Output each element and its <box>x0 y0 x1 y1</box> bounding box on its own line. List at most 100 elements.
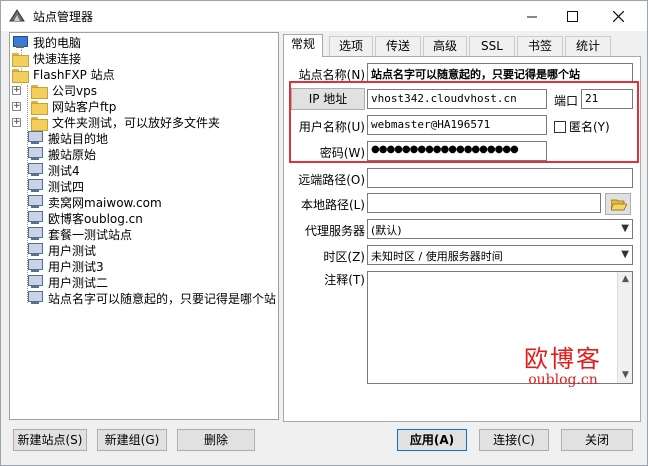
tree-item-client-ftp[interactable]: + 网站客户ftp <box>12 98 118 115</box>
site-icon <box>27 131 43 145</box>
tree-item-site[interactable]: 用户测试二 <box>27 274 110 290</box>
close-window-button[interactable] <box>595 1 641 31</box>
site-icon <box>27 147 43 161</box>
tree-item-label: 文件夹测试，可以放好多文件夹 <box>52 115 221 130</box>
tree-item-label: 搬站目的地 <box>48 131 109 146</box>
expand-icon[interactable]: + <box>12 101 21 111</box>
tree-item-flashfxp-sites[interactable]: FlashFXP 站点 <box>12 66 117 83</box>
tree-item-site[interactable]: 搬站原始 <box>27 146 98 162</box>
timezone-select[interactable]: 未知时区 / 使用服务器时间 ▼ <box>367 245 633 265</box>
tab-options[interactable]: 选项 <box>329 36 373 56</box>
tree-item-label: 测试4 <box>48 163 80 178</box>
notes-scrollbar[interactable]: ▲ ▼ <box>617 272 632 383</box>
tree-item-label: FlashFXP 站点 <box>33 67 115 82</box>
watermark: 欧博客 oublog.cn <box>508 339 618 388</box>
chevron-down-icon: ▼ <box>621 223 629 234</box>
username-field[interactable]: webmaster@HA196571 <box>367 115 547 135</box>
tree-item-label: 公司vps <box>52 83 97 98</box>
password-field[interactable]: ●●●●●●●●●●●●●●●●●●● <box>367 141 547 161</box>
tree-item-site[interactable]: 套餐一测试站点 <box>27 226 134 242</box>
tree-item-quick-connect[interactable]: 快速连接 <box>12 50 83 67</box>
open-folder-icon <box>611 199 627 211</box>
timezone-label: 时区(Z) <box>323 250 365 264</box>
tree-item-my-computer[interactable]: 我的电脑 <box>12 34 83 50</box>
minimize-icon <box>526 16 537 17</box>
scroll-up-icon[interactable]: ▲ <box>618 272 633 287</box>
tab-bookmarks[interactable]: 书签 <box>517 36 563 56</box>
folder-icon <box>12 52 29 67</box>
tree-item-site-selected[interactable]: 站点名字可以随意起的，只要记得是哪个站 <box>27 289 278 307</box>
computer-icon <box>12 36 28 48</box>
site-name-field[interactable]: 站点名字可以随意起的，只要记得是哪个站 <box>367 63 633 83</box>
folder-icon <box>12 68 29 83</box>
site-icon <box>27 259 43 273</box>
window-title: 站点管理器 <box>33 10 94 24</box>
notes-label: 注释(T) <box>324 273 365 287</box>
browse-folder-button[interactable] <box>605 193 631 215</box>
new-group-button[interactable]: 新建组(G) <box>97 429 167 451</box>
tree-item-label: 快速连接 <box>33 51 82 66</box>
site-icon <box>27 243 43 257</box>
ip-address-field[interactable]: vhost342.cloudvhost.cn <box>367 89 547 109</box>
port-label: 端口 <box>553 94 578 108</box>
tab-advanced[interactable]: 高级 <box>423 36 467 56</box>
local-path-field[interactable] <box>367 193 601 213</box>
scroll-down-icon[interactable]: ▼ <box>618 368 633 383</box>
tree-item-site[interactable]: 测试4 <box>27 162 82 178</box>
tree-item-label: 网站客户ftp <box>52 99 117 114</box>
ip-address-button[interactable]: IP 地址 <box>291 88 365 110</box>
tree-item-site[interactable]: 测试四 <box>27 178 86 194</box>
tab-ssl[interactable]: SSL <box>469 36 515 56</box>
tree-item-company-vps[interactable]: + 公司vps <box>12 82 99 99</box>
anonymous-checkbox[interactable]: 匿名(Y) <box>554 118 610 135</box>
password-label: 密码(W) <box>319 146 365 160</box>
remote-path-field[interactable] <box>367 168 633 188</box>
tree-item-label: 用户测试 <box>48 243 97 258</box>
tree-item-site[interactable]: 用户测试 <box>27 242 98 258</box>
checkbox-box[interactable] <box>554 121 566 133</box>
site-tree[interactable]: 我的电脑 快速连接 FlashFXP 站点 + 公司vps + 网站客户ftp … <box>9 32 279 420</box>
tab-statistics[interactable]: 统计 <box>565 36 611 56</box>
site-icon <box>27 211 43 225</box>
tree-item-site[interactable]: 欧博客oublog.cn <box>27 210 145 226</box>
connect-button[interactable]: 连接(C) <box>479 429 549 451</box>
username-label: 用户名称(U) <box>298 120 365 134</box>
proxy-select[interactable]: (默认) ▼ <box>367 219 633 239</box>
maximize-button[interactable] <box>549 1 595 31</box>
tree-item-label: 套餐一测试站点 <box>48 227 133 242</box>
tree-item-label: 卖窝网maiwow.com <box>48 195 162 210</box>
proxy-label: 代理服务器 <box>304 224 365 238</box>
port-field[interactable]: 21 <box>581 89 633 109</box>
close-icon <box>612 10 624 22</box>
tab-transfer[interactable]: 传送 <box>375 36 421 56</box>
tree-item-label: 搬站原始 <box>48 147 97 162</box>
tree-item-site[interactable]: 用户测试3 <box>27 258 106 274</box>
tree-item-site[interactable]: 卖窝网maiwow.com <box>27 194 164 210</box>
delete-button[interactable]: 删除 <box>177 429 255 451</box>
site-manager-window: 站点管理器 我的电脑 快速连接 FlashFXP 站点 + 公司vps + 网站… <box>0 0 648 466</box>
site-icon <box>27 179 43 193</box>
title-bar[interactable]: 站点管理器 <box>1 1 647 31</box>
site-icon <box>27 275 43 289</box>
tree-item-label: 用户测试3 <box>48 259 104 274</box>
tab-strip: 常规 选项 传送 高级 SSL 书签 统计 <box>283 34 641 57</box>
site-icon <box>27 291 43 305</box>
tree-item-site[interactable]: 搬站目的地 <box>27 130 110 146</box>
tree-item-label: 我的电脑 <box>33 35 82 50</box>
proxy-selected-value: (默认) <box>371 224 402 237</box>
expand-icon[interactable]: + <box>12 85 21 95</box>
anonymous-label: 匿名(Y) <box>569 120 610 134</box>
remote-path-label: 远端路径(O) <box>298 173 365 187</box>
expand-icon[interactable]: + <box>12 117 21 127</box>
tree-item-label: 欧博客oublog.cn <box>48 211 143 226</box>
tree-item-folder-test[interactable]: + 文件夹测试，可以放好多文件夹 <box>12 114 222 131</box>
tree-item-label: 站点名字可以随意起的，只要记得是哪个站 <box>46 289 278 307</box>
local-path-label: 本地路径(L) <box>300 198 365 212</box>
apply-button[interactable]: 应用(A) <box>397 429 467 451</box>
close-button[interactable]: 关闭 <box>561 429 633 451</box>
tab-general[interactable]: 常规 <box>283 34 323 57</box>
site-icon <box>27 163 43 177</box>
new-site-button[interactable]: 新建站点(S) <box>13 429 87 451</box>
tree-item-label: 用户测试二 <box>48 275 109 290</box>
site-icon <box>27 195 43 209</box>
